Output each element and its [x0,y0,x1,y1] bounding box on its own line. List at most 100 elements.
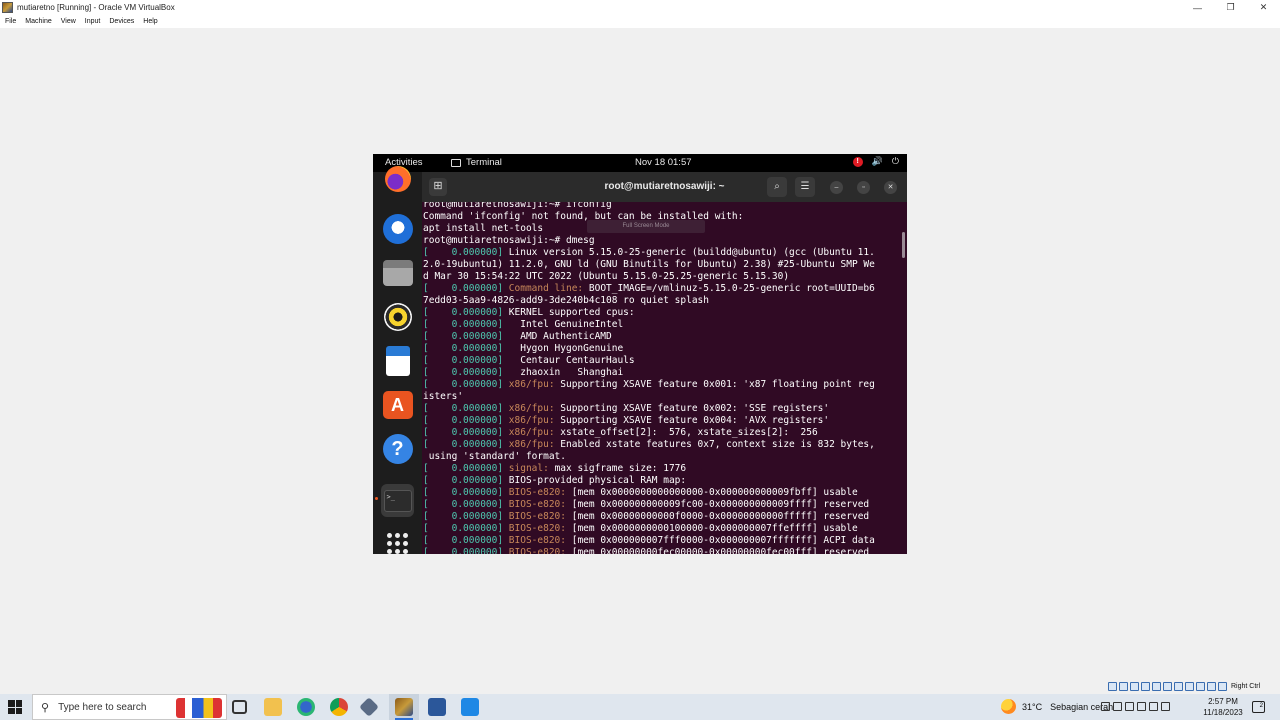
log-text: KERNEL supported cpus: [503,307,635,318]
guest-system-tray[interactable]: ! 🔊 ⏻ [852,156,899,167]
firefox-icon [384,165,411,192]
cpu-icon[interactable] [1196,682,1205,691]
network-icon[interactable] [1141,682,1150,691]
log-timestamp: [ 0.000000] [423,319,504,330]
log-timestamp: [ 0.000000] [423,439,504,450]
hdd-icon[interactable] [1108,682,1117,691]
guest-clock[interactable]: Nov 18 01:57 [635,157,692,168]
taskbar-search[interactable]: ⚲ Type here to search [32,694,227,720]
dock-help[interactable]: ? [381,432,414,465]
log-text: Supporting XSAVE feature 0x004: 'AVX reg… [554,415,830,426]
keyboard-icon[interactable] [1218,682,1227,691]
log-timestamp: [ 0.000000] [423,499,504,510]
edge-icon[interactable] [297,698,315,716]
power-icon[interactable]: ⏻ [892,156,899,167]
help-icon: ? [382,433,413,464]
terminal-line: [ 0.000000] Centaur CentaurHauls [423,355,901,367]
files-icon [382,259,413,286]
menu-help[interactable]: Help [143,18,157,25]
task-view-icon[interactable] [232,700,247,714]
audio-icon[interactable] [1130,682,1139,691]
minimize-button[interactable]: — [1181,0,1214,15]
volume-icon[interactable]: 🔊 [872,156,883,167]
taskbar-date: 11/18/2023 [1203,708,1243,717]
recording-icon[interactable] [1185,682,1194,691]
virtualbox-taskbar-icon[interactable] [395,698,413,716]
paint-app-icon[interactable] [461,698,479,716]
terminal-header-bar: ⊞ root@mutiaretnosawiji: ~ ⌕ ☰ – ▫ ✕ [422,172,907,202]
menu-devices[interactable]: Devices [109,18,134,25]
battery-icon[interactable] [1125,702,1134,711]
weather-widget[interactable]: 31°C Sebagian cerah [1001,699,1113,714]
log-subsystem: x86/fpu: [503,427,555,438]
log-subsystem: BIOS-e820: [503,499,566,510]
shared-folders-icon[interactable] [1163,682,1172,691]
usb-icon[interactable] [1152,682,1161,691]
log-text: Supporting XSAVE feature 0x002: 'SSE reg… [554,403,830,414]
dock-firefox[interactable] [381,162,414,195]
menu-input[interactable]: Input [85,18,101,25]
terminal-line: [ 0.000000] Linux version 5.15.0-25-gene… [423,247,901,259]
hamburger-menu-button[interactable]: ☰ [795,177,815,197]
terminal-line: [ 0.000000] signal: max sigframe size: 1… [423,463,901,475]
menu-machine[interactable]: Machine [25,18,51,25]
dock-libreoffice-writer[interactable] [381,344,414,377]
optical-drive-icon[interactable] [1119,682,1128,691]
camera-icon[interactable] [1113,702,1122,711]
search-button[interactable]: ⌕ [767,177,787,197]
gnome-top-bar: Activities Terminal Nov 18 01:57 ! 🔊 ⏻ [373,154,907,172]
input-language-icon[interactable] [1161,702,1170,711]
terminal-close-button[interactable]: ✕ [884,181,897,194]
chevron-up-icon[interactable] [1101,702,1110,711]
terminal-line: [ 0.000000] BIOS-e820: [mem 0x0000000000… [423,523,901,535]
speaker-icon[interactable] [1149,702,1158,711]
terminal-lines: root@mutiaretnosawiji:~# ifconfig Command… [423,202,901,554]
terminal-line: [ 0.000000] x86/fpu: Supporting XSAVE fe… [423,379,901,391]
file-explorer-icon[interactable] [264,698,282,716]
log-timestamp: [ 0.000000] [423,307,504,318]
terminal-minimize-button[interactable]: – [830,181,843,194]
terminal-line: 7edd03-5aa9-4826-add9-3de240b4c108 ro qu… [423,295,901,307]
terminal-maximize-button[interactable]: ▫ [857,181,870,194]
wifi-icon[interactable] [1137,702,1146,711]
terminal-line: [ 0.000000] BIOS-e820: [mem 0x0000000000… [423,511,901,523]
log-timestamp: [ 0.000000] [423,487,504,498]
terminal-output[interactable]: root@mutiaretnosawiji:~# ifconfig Command… [422,202,907,554]
terminal-line: 2.0-19ubuntu1) 11.2.0, GNU ld (GNU Binut… [423,259,901,271]
dock-app-center[interactable]: A [381,388,414,421]
menu-view[interactable]: View [61,18,76,25]
taskbar-time: 2:57 PM [1208,697,1238,706]
dock-thunderbird[interactable] [381,212,414,245]
log-timestamp: [ 0.000000] [423,463,504,474]
log-text: [mem 0x00000000fec00000-0x00000000fec00f… [566,547,870,554]
notification-center-icon[interactable]: 2 [1252,701,1265,713]
log-text: apt install net-tools [423,223,544,234]
log-text: 2.0-19ubuntu1) 11.2.0, GNU ld (GNU Binut… [423,259,875,270]
taskbar-clock[interactable]: 2:57 PM 11/18/2023 [1198,696,1248,718]
app-menu-terminal[interactable]: Terminal [451,157,502,168]
log-text: isters' [423,391,464,402]
terminal-scrollbar[interactable] [902,232,905,258]
log-subsystem: BIOS-e820: [503,547,566,554]
dock-rhythmbox[interactable] [381,300,414,333]
cube-app-icon[interactable] [359,697,379,717]
close-button[interactable]: ✕ [1247,0,1280,15]
alert-icon[interactable]: ! [852,156,863,167]
log-text: BIOS-provided physical RAM map: [503,475,687,486]
restore-button[interactable]: ❐ [1214,0,1247,15]
word-icon[interactable] [428,698,446,716]
dock-terminal[interactable]: >_ [381,484,414,517]
menu-file[interactable]: File [5,18,16,25]
chrome-icon[interactable] [330,698,348,716]
dock-files[interactable] [381,256,414,289]
start-button[interactable] [8,700,22,714]
mouse-integration-icon[interactable] [1207,682,1216,691]
terminal-line: [ 0.000000] Command line: BOOT_IMAGE=/vm… [423,283,901,295]
show-applications-button[interactable] [381,527,414,554]
log-subsystem: BIOS-e820: [503,511,566,522]
display-icon[interactable] [1174,682,1183,691]
writer-icon [385,345,410,376]
vm-screen[interactable]: Activities Terminal Nov 18 01:57 ! 🔊 ⏻ A… [373,154,907,554]
log-text: Intel GenuineIntel [503,319,624,330]
log-text: max sigframe size: 1776 [548,463,687,474]
